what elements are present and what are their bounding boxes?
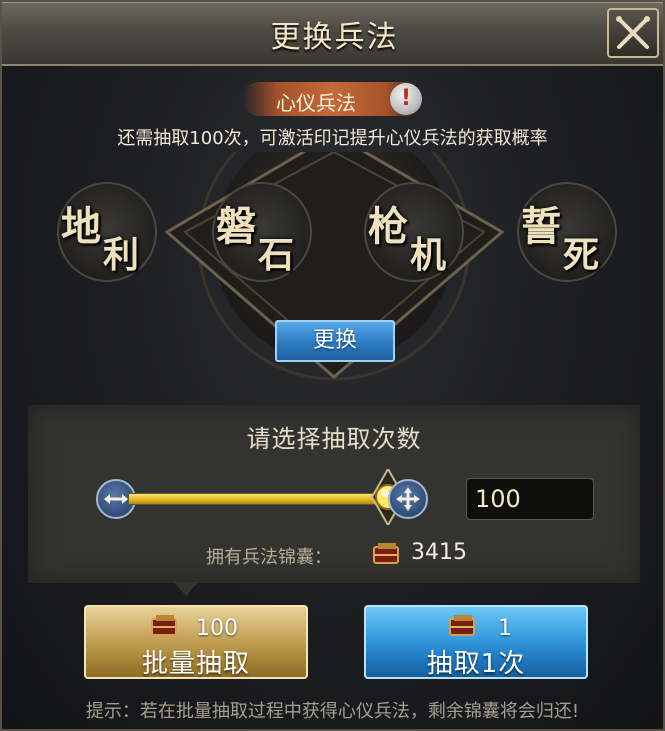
seal-char: 地 [61, 203, 101, 250]
badge-label: 心仪兵法 [276, 91, 356, 115]
seal-qiangji[interactable]: 枪 机 [364, 182, 464, 282]
slider-fill [129, 494, 387, 504]
cost-row: 100 [86, 611, 306, 641]
seal-char: 石 [258, 234, 295, 276]
favorite-tactic-badge: 心仪兵法 ! [242, 82, 422, 116]
single-draw-label: 抽取1次 [426, 649, 526, 679]
select-count-title: 请选择抽取次数 [246, 425, 422, 453]
batch-cost: 100 [196, 616, 238, 641]
tactic-bag-icon [449, 615, 475, 636]
double-arrow-horizontal-icon [104, 494, 128, 504]
cost-row: 1 [366, 611, 586, 641]
close-x-icon [616, 16, 650, 49]
seal-char: 机 [410, 234, 447, 276]
change-button[interactable]: 更换 [275, 320, 395, 362]
seal-panshi[interactable]: 磐 石 [212, 182, 312, 282]
footer-tip: 提示：若在批量抽取过程中获得心仪兵法，剩余锦囊将会归还! [85, 701, 580, 722]
increase-button[interactable] [388, 479, 428, 519]
owned-bags-label: 拥有兵法锦囊： [206, 547, 332, 568]
tactic-bag-icon [151, 615, 177, 636]
change-tactics-dialog: 更换兵法 心仪兵法 ! 还需抽取100次，可激活印记提升心仪兵法的获取概率 地 … [0, 0, 665, 731]
batch-draw-label: 批量抽取 [141, 649, 250, 679]
batch-draw-button[interactable]: 100 批量抽取 [84, 605, 308, 679]
draw-requirement-hint: 还需抽取100次，可激活印记提升心仪兵法的获取概率 [117, 128, 548, 149]
title-bar: 更换兵法 [2, 2, 663, 66]
seal-char: 枪 [368, 203, 408, 250]
selector-pointer [174, 582, 198, 596]
seal-char: 利 [103, 234, 140, 276]
seal-dili[interactable]: 地 利 [57, 182, 157, 282]
dialog-title: 更换兵法 [270, 20, 399, 55]
draw-count-input[interactable]: 100 [466, 478, 594, 520]
seal-shisi[interactable]: 誓 死 [517, 182, 617, 282]
seal-char: 磐 [216, 203, 256, 250]
owned-bags-count: 3415 [411, 540, 467, 565]
warning-icon[interactable]: ! [390, 83, 422, 115]
single-cost: 1 [498, 616, 512, 641]
draw-count-selector: 请选择抽取次数 100 拥有兵法锦囊： 3415 [28, 405, 640, 583]
four-way-arrow-icon [396, 487, 420, 511]
close-button[interactable] [607, 8, 659, 58]
single-draw-button[interactable]: 1 抽取1次 [364, 605, 588, 679]
draw-count-slider[interactable] [128, 493, 388, 505]
seal-char: 死 [563, 234, 600, 276]
seal-char: 誓 [521, 203, 561, 250]
tactic-bag-icon [373, 543, 399, 564]
